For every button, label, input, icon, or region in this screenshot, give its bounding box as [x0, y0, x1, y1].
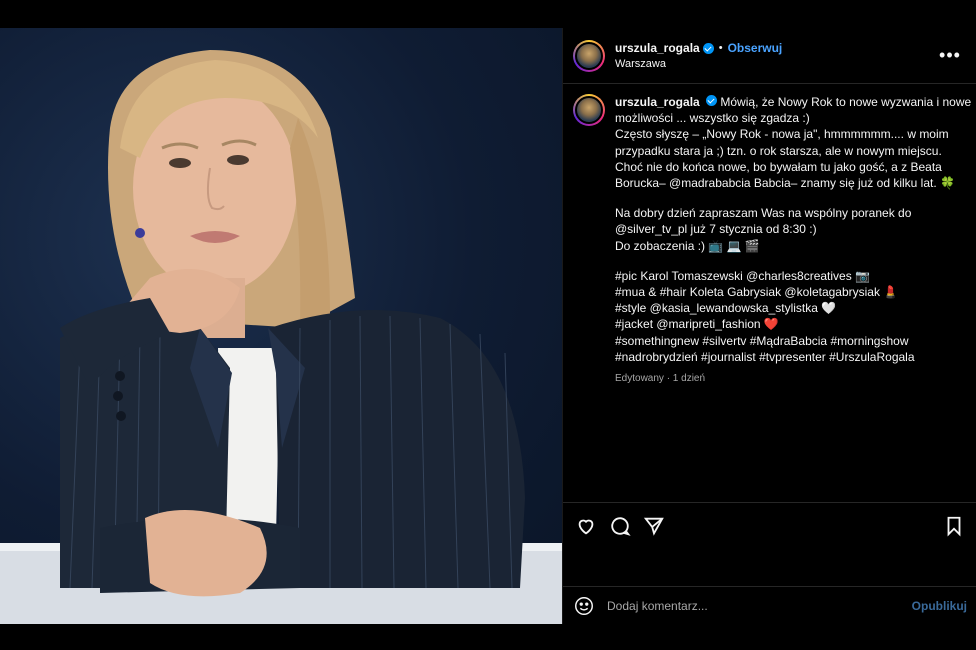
caption-line: urszula_rogala Mówią, że Nowy Rok to now…: [615, 94, 971, 110]
caption-line: #pic Karol Tomaszewski @charles8creative…: [615, 268, 870, 283]
portrait-illustration: [0, 50, 562, 624]
comment-input[interactable]: [607, 598, 912, 613]
edited-timestamp: Edytowany · 1 dzień: [615, 373, 706, 385]
caption-avatar[interactable]: [573, 94, 605, 126]
caption-line: Do zobaczenia :) 📺 💻 🎬: [615, 238, 760, 253]
caption-line: #somethingnew #silvertv #MądraBabcia #mo…: [615, 333, 909, 348]
post-modal: urszula_rogala • Obserwuj Warszawa ••• u…: [0, 28, 976, 624]
more-horizontal-icon[interactable]: •••: [938, 44, 962, 68]
caption-line-text: Mówią, że Nowy Rok to nowe wyzwania i no…: [720, 95, 972, 109]
follow-button[interactable]: Obserwuj: [728, 41, 783, 55]
separator-dot: •: [718, 42, 723, 54]
post-actions: [563, 502, 976, 548]
caption-line: Na dobry dzień zapraszam Was na wspólny …: [615, 206, 912, 221]
caption-line: Borucka– @madrababcia Babcia– znamy się …: [615, 176, 955, 191]
avatar[interactable]: [573, 39, 605, 72]
caption-username[interactable]: urszula_rogala: [615, 95, 700, 109]
caption-line: przypadku stara ja ;) tzn. o rok starsza…: [615, 143, 942, 158]
post-header: urszula_rogala • Obserwuj Warszawa •••: [563, 28, 976, 84]
verified-badge-icon: [702, 42, 714, 54]
heart-icon[interactable]: [575, 515, 597, 537]
caption-line: #mua & #hair Koleta Gabrysiak @koletagab…: [615, 285, 899, 300]
post-photo: [0, 28, 562, 624]
publish-button[interactable]: Opublikuj: [912, 599, 967, 613]
verified-badge-icon: [706, 95, 718, 106]
bookmark-icon[interactable]: [943, 515, 965, 537]
username-link[interactable]: urszula_rogala: [615, 41, 700, 55]
location-link[interactable]: Warszawa: [615, 58, 938, 70]
caption-line: @silver_tv_pl już 7 stycznia od 8:30 :): [615, 222, 817, 237]
comment-icon[interactable]: [609, 515, 631, 537]
post-sidebar: urszula_rogala • Obserwuj Warszawa ••• u…: [562, 28, 976, 624]
caption-line: Choć nie do końca nowe, bo bywałam tu ja…: [615, 159, 942, 174]
caption-line: #jacket @maripreti_fashion ❤️: [615, 317, 779, 332]
caption: urszula_rogala Mówią, że Nowy Rok to now…: [563, 84, 976, 387]
caption-line: możliwości ... wszystko się zgadza :): [615, 111, 810, 126]
caption-line: #style @kasia_lewandowska_stylistka 🤍: [615, 301, 837, 316]
caption-text: urszula_rogala Mówią, że Nowy Rok to now…: [615, 94, 971, 387]
comment-bar: Opublikuj: [563, 586, 976, 624]
emoji-icon[interactable]: [573, 595, 595, 617]
caption-line: #nadrobrydzień #journalist #tvpresenter …: [615, 349, 915, 364]
send-icon[interactable]: [643, 515, 665, 537]
caption-line: Często słyszę – „Nowy Rok - nowa ja", hm…: [615, 127, 949, 142]
